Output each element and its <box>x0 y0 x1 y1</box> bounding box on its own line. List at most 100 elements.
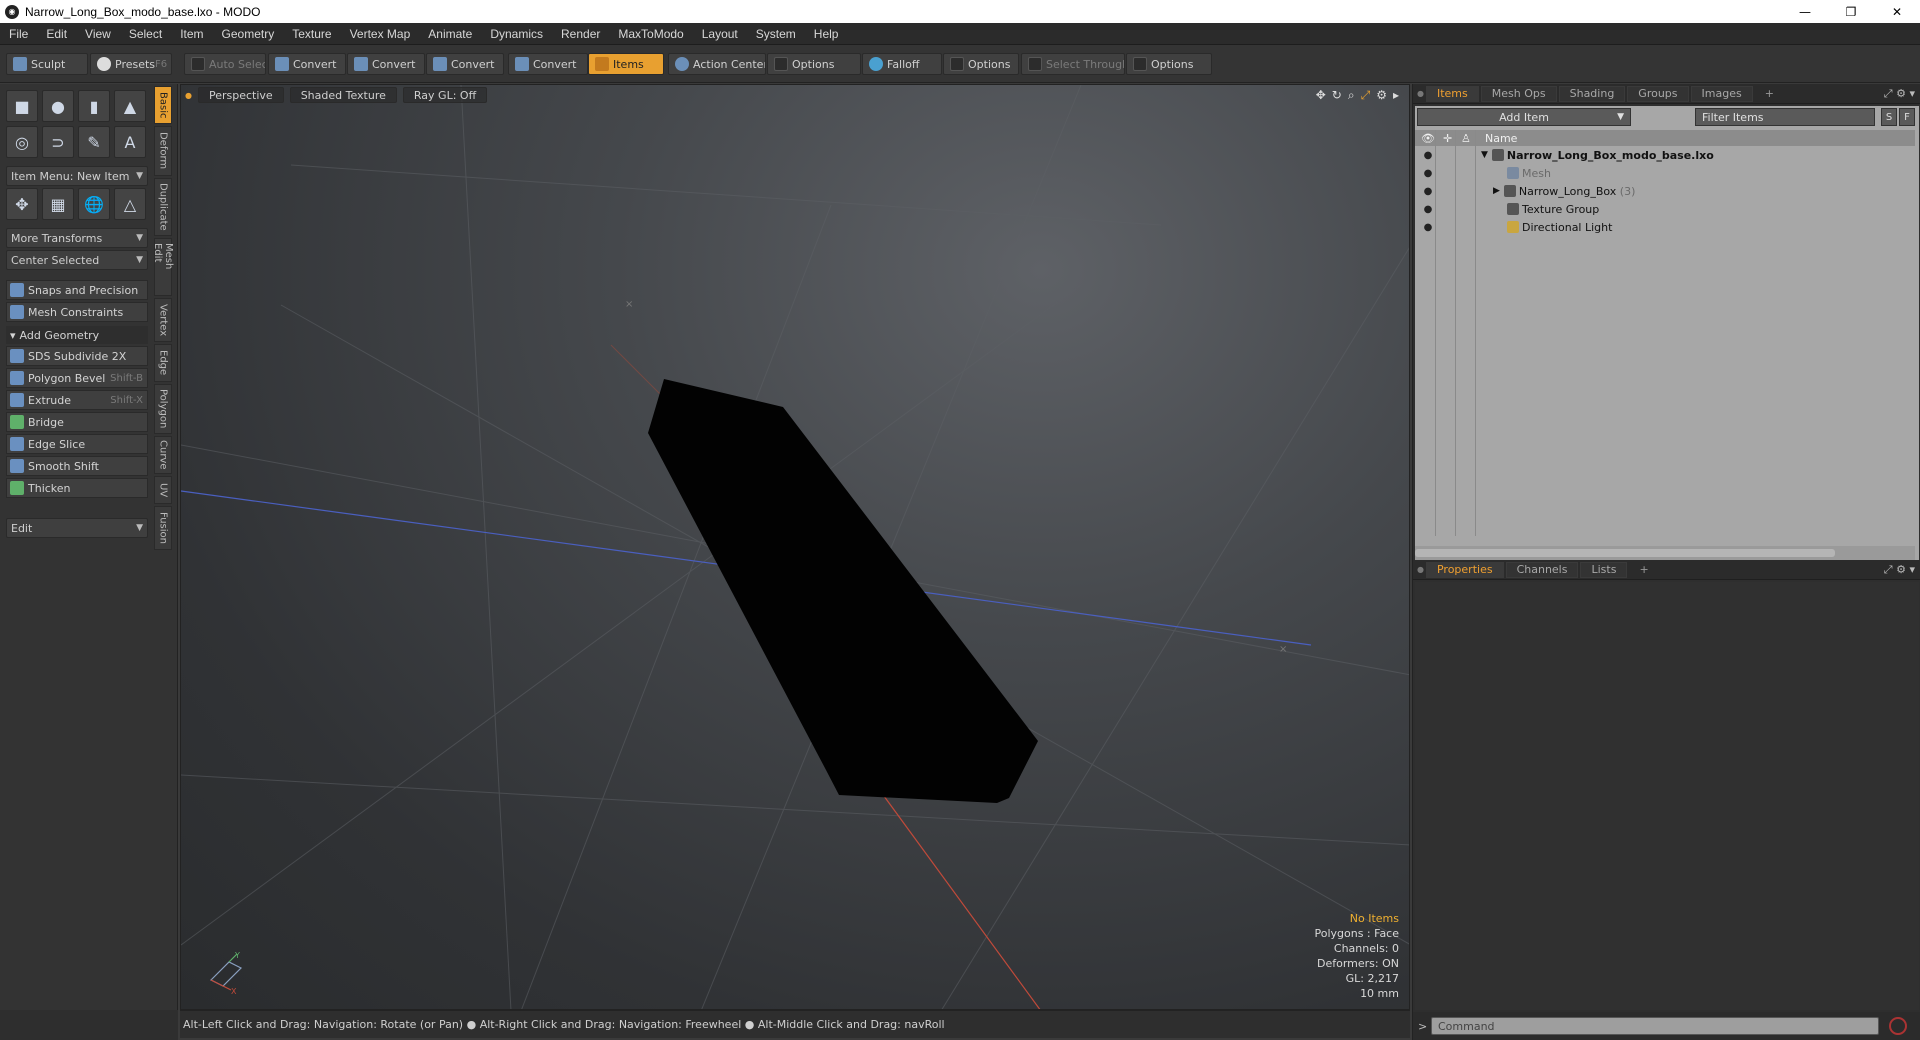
tab-edge[interactable]: Edge <box>154 344 172 382</box>
menu-animate[interactable]: Animate <box>419 27 481 41</box>
add-item-button[interactable]: Add Item ▼ <box>1417 108 1631 126</box>
eye-icon[interactable]: ● <box>1421 204 1435 215</box>
falloff-button[interactable]: Falloff <box>862 53 942 75</box>
eye-icon[interactable]: ● <box>1421 186 1435 197</box>
menu-edit[interactable]: Edit <box>37 27 76 41</box>
filter-items-input[interactable]: Filter Items <box>1695 108 1875 126</box>
tab-fusion[interactable]: Fusion <box>154 506 172 550</box>
chevron-down-icon[interactable]: ▾ <box>1909 563 1915 576</box>
filter-s-button[interactable]: S <box>1881 108 1897 126</box>
tree-row-directional-light[interactable]: ● Directional Light <box>1415 218 1915 236</box>
menu-texture[interactable]: Texture <box>283 27 340 41</box>
shaded-texture-tab[interactable]: Shaded Texture <box>289 87 397 103</box>
eye-icon[interactable]: ● <box>1421 222 1435 233</box>
edge-slice-button[interactable]: Edge Slice <box>6 434 148 454</box>
eye-icon[interactable]: ● <box>1421 168 1435 179</box>
transform-tool-button[interactable]: ✥ <box>6 188 38 220</box>
tab-duplicate[interactable]: Duplicate <box>154 178 172 236</box>
convert-edge-button[interactable]: Convert <box>347 53 425 75</box>
zoom-icon[interactable]: ⌕ <box>1348 88 1355 103</box>
menu-render[interactable]: Render <box>552 27 609 41</box>
sculpt-button[interactable]: Sculpt <box>6 53 88 75</box>
tree-row-scene[interactable]: ● ▼ Narrow_Long_Box_modo_base.lxo <box>1415 146 1915 164</box>
falloff-options-button[interactable]: Options <box>943 53 1019 75</box>
narrow-long-box-mesh[interactable] <box>648 379 1038 803</box>
cube-primitive-button[interactable]: ■ <box>6 90 38 122</box>
lock-column-icon[interactable]: ✛ <box>1443 132 1452 145</box>
torus-primitive-button[interactable]: ◎ <box>6 126 38 158</box>
add-geometry-header[interactable]: ▾ Add Geometry <box>6 326 148 344</box>
tab-shading[interactable]: Shading <box>1558 85 1626 102</box>
sds-subdivide-button[interactable]: SDS Subdivide 2X <box>6 346 148 366</box>
menu-system[interactable]: System <box>747 27 805 41</box>
tab-mesh-ops[interactable]: Mesh Ops <box>1480 85 1557 102</box>
snaps-precision-button[interactable]: Snaps and Precision <box>6 280 148 300</box>
tab-deform[interactable]: Deform <box>154 126 172 176</box>
more-transforms-dropdown[interactable]: More Transforms ▼ <box>6 228 148 248</box>
rotate-icon[interactable]: ↻ <box>1332 88 1342 103</box>
expand-arrow-icon[interactable]: ▼ <box>1481 150 1488 160</box>
close-button[interactable]: ✕ <box>1874 0 1920 23</box>
convert-polygon-button[interactable]: Convert <box>426 53 504 75</box>
tab-groups[interactable]: Groups <box>1627 85 1689 102</box>
pyramid-tool-button[interactable]: △ <box>114 188 146 220</box>
add-tab-button[interactable]: + <box>1629 562 1658 578</box>
expand-icon[interactable]: ⤢ <box>1884 87 1893 100</box>
mesh-constraints-button[interactable]: Mesh Constraints <box>6 302 148 322</box>
menu-vertex-map[interactable]: Vertex Map <box>341 27 420 41</box>
tree-row-texture-group[interactable]: ● Texture Group <box>1415 200 1915 218</box>
menu-file[interactable]: File <box>0 27 37 41</box>
tab-polygon[interactable]: Polygon <box>154 384 172 434</box>
auto-select-button[interactable]: Auto Select <box>184 53 266 75</box>
edit-dropdown[interactable]: Edit ▼ <box>6 518 148 538</box>
grid-tool-button[interactable]: ▦ <box>42 188 74 220</box>
horizontal-scrollbar[interactable] <box>1415 546 1915 560</box>
presets-button[interactable]: Presets F6 <box>90 53 172 75</box>
pen-tool-button[interactable]: ✎ <box>78 126 110 158</box>
restore-button[interactable]: ❐ <box>1828 0 1874 23</box>
perspective-tab[interactable]: Perspective <box>197 87 284 103</box>
fit-icon[interactable]: ⤢ <box>1361 88 1371 103</box>
thicken-button[interactable]: Thicken <box>6 478 148 498</box>
extrude-button[interactable]: Extrude Shift-X <box>6 390 148 410</box>
polygon-bevel-button[interactable]: Polygon Bevel Shift-B <box>6 368 148 388</box>
play-icon[interactable]: ▸ <box>1393 88 1399 103</box>
menu-view[interactable]: View <box>76 27 120 41</box>
menu-dynamics[interactable]: Dynamics <box>481 27 552 41</box>
tab-images[interactable]: Images <box>1690 85 1753 102</box>
tab-properties[interactable]: Properties <box>1425 561 1504 578</box>
sphere-primitive-button[interactable]: ● <box>42 90 74 122</box>
cone-primitive-button[interactable]: ▲ <box>114 90 146 122</box>
cylinder-primitive-button[interactable]: ▮ <box>78 90 110 122</box>
command-input[interactable]: Command <box>1431 1017 1879 1035</box>
tab-lists[interactable]: Lists <box>1580 561 1628 578</box>
action-center-button[interactable]: Action Center <box>668 53 766 75</box>
tab-channels[interactable]: Channels <box>1505 561 1579 578</box>
center-selected-dropdown[interactable]: Center Selected ▼ <box>6 250 148 270</box>
gear-icon[interactable]: ⚙ <box>1896 563 1906 576</box>
menu-select[interactable]: Select <box>120 27 171 41</box>
minimize-button[interactable]: — <box>1782 0 1828 23</box>
visibility-column-icon[interactable]: 👁 <box>1421 132 1435 145</box>
tab-basic[interactable]: Basic <box>154 86 172 124</box>
gear-icon[interactable]: ⚙ <box>1896 87 1906 100</box>
bridge-button[interactable]: Bridge <box>6 412 148 432</box>
menu-geometry[interactable]: Geometry <box>213 27 284 41</box>
eye-icon[interactable]: ● <box>1421 150 1435 161</box>
item-menu-dropdown[interactable]: Item Menu: New Item ▼ <box>6 166 148 186</box>
smooth-shift-button[interactable]: Smooth Shift <box>6 456 148 476</box>
render-column-icon[interactable]: ♙ <box>1461 132 1471 145</box>
select-through-button[interactable]: Select Through <box>1021 53 1125 75</box>
pan-icon[interactable]: ✥ <box>1316 88 1326 103</box>
tab-vertex[interactable]: Vertex <box>154 298 172 342</box>
expand-arrow-icon[interactable]: ▶ <box>1493 186 1500 196</box>
tab-mesh-edit[interactable]: Mesh Edit <box>152 238 174 296</box>
tree-row-mesh[interactable]: ● Mesh <box>1415 164 1915 182</box>
menu-layout[interactable]: Layout <box>693 27 747 41</box>
ray-gl-tab[interactable]: Ray GL: Off <box>402 87 488 103</box>
menu-help[interactable]: Help <box>805 27 848 41</box>
tab-uv[interactable]: UV <box>154 476 172 504</box>
expand-icon[interactable]: ⤢ <box>1884 563 1893 576</box>
add-tab-button[interactable]: + <box>1755 86 1784 102</box>
tab-items[interactable]: Items <box>1425 85 1479 102</box>
